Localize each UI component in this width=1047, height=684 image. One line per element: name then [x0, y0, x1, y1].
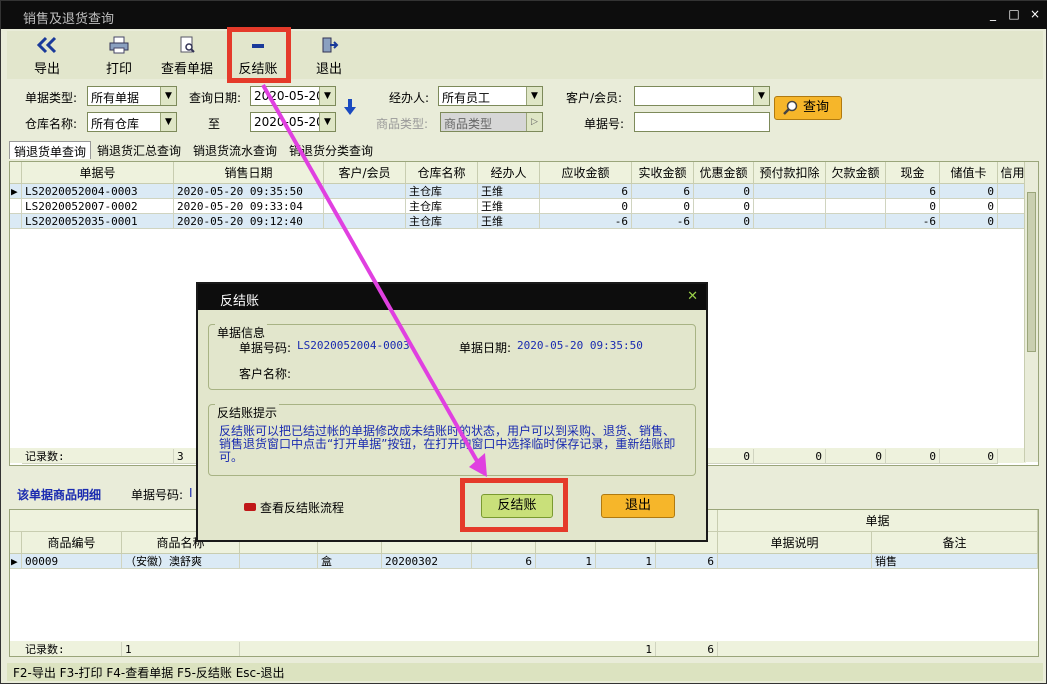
annotation-arrow	[261, 84, 487, 477]
main-window: 销售及退货查询 _ □ × 导出 打印 查看单据 反结账 退出 单据类型: 所有…	[0, 0, 1047, 684]
